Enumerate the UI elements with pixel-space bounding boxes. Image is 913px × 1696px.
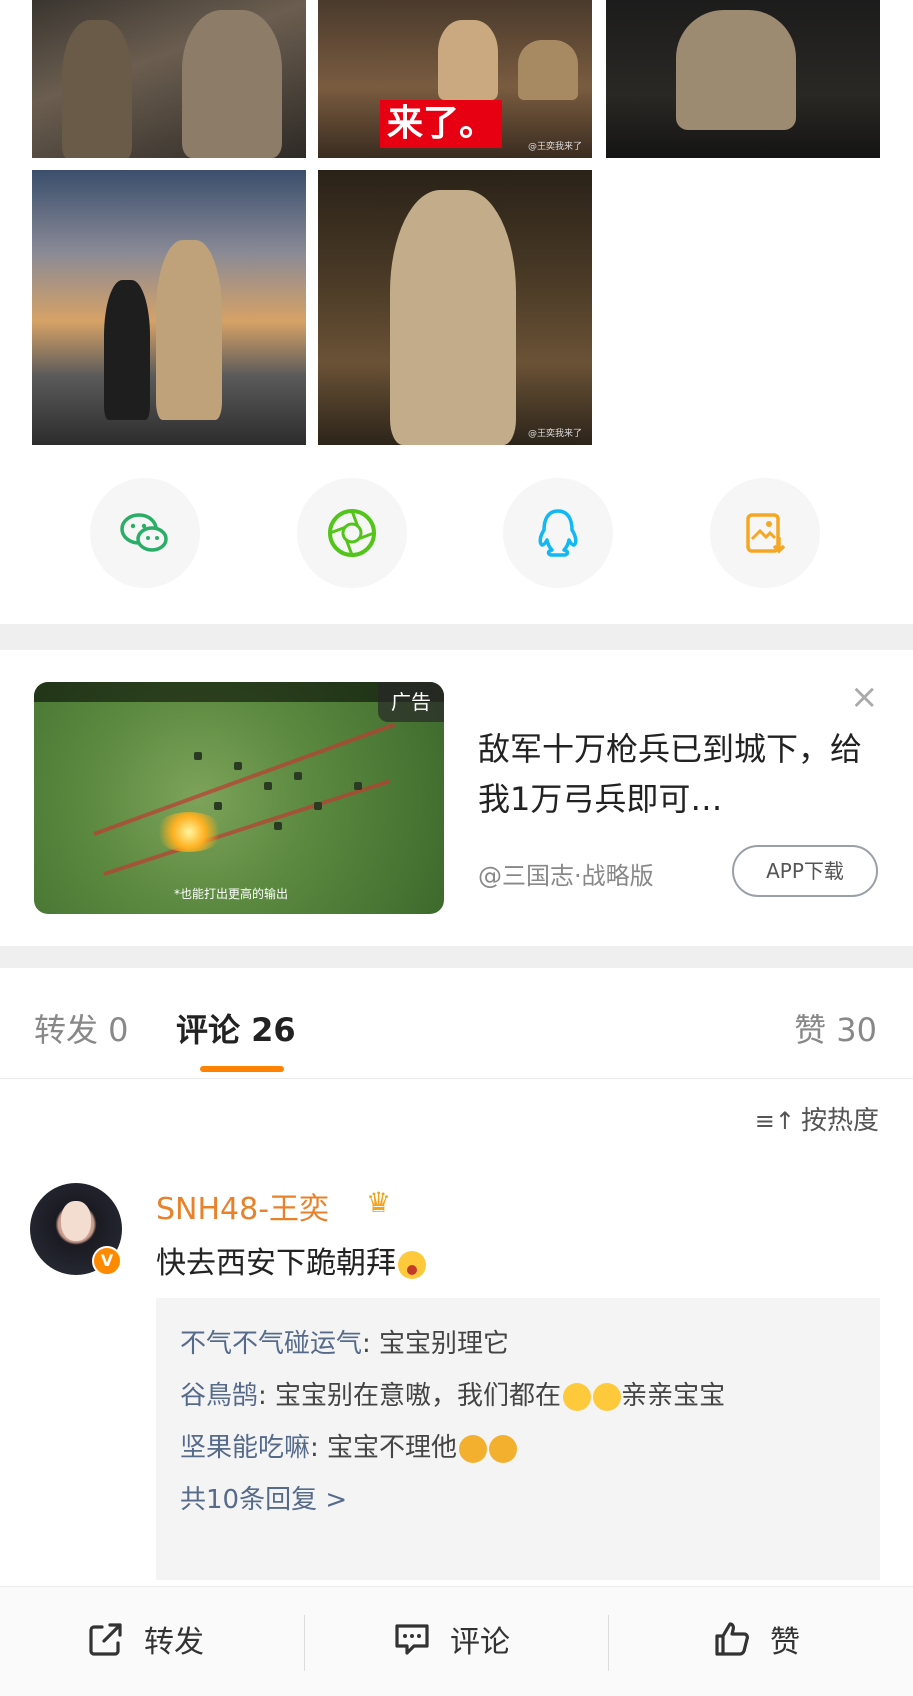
road-line: [93, 722, 396, 836]
troop-unit: [274, 822, 282, 830]
app-download-button[interactable]: APP下载: [732, 845, 878, 897]
qq-icon: [538, 509, 578, 557]
smile-emoji-icon: [563, 1382, 592, 1411]
active-tab-indicator: [200, 1066, 284, 1072]
save-image-button[interactable]: [710, 478, 820, 588]
statue-figure: [676, 10, 796, 130]
section-divider: [0, 946, 913, 968]
statue-figure: [390, 190, 516, 445]
avatar-face: [61, 1201, 91, 1241]
ad-image-caption: *也能打出更高的输出: [174, 887, 289, 901]
reply-author[interactable]: 谷鳥鹄: [180, 1381, 258, 1411]
repost-label: 转发: [144, 1625, 204, 1660]
hug-emoji-icon: [489, 1434, 518, 1463]
reply-item: 坚果能吃嘛: 宝宝不理他: [180, 1422, 856, 1474]
repost-button[interactable]: 转发: [86, 1617, 204, 1661]
like-button[interactable]: 赞: [712, 1617, 800, 1661]
section-divider: [0, 624, 913, 650]
like-label: 赞: [770, 1625, 800, 1660]
share-icon: [89, 1623, 122, 1656]
sort-by-hot-button[interactable]: ≡↑ 按热度: [755, 1100, 879, 1137]
reply-item: 谷鳥鹄: 宝宝别在意嗷，我们都在 亲亲宝宝: [180, 1381, 726, 1411]
download-image-icon: [746, 513, 786, 554]
reply-preview-box[interactable]: 不气不气碰运气: 宝宝别理它 谷鳥鹄: 宝宝别在意嗷，我们都在 亲亲宝宝 坚果能吃…: [156, 1298, 880, 1580]
verified-badge: V: [92, 1246, 122, 1276]
statue-figure: [182, 10, 282, 158]
toolbar-separator: [608, 1615, 609, 1671]
statue-figure: [62, 20, 132, 158]
comment-body: 快去西安下跪朝拜: [156, 1246, 396, 1281]
post-image-5[interactable]: @王奕我来了: [318, 170, 592, 445]
troop-unit: [314, 802, 322, 810]
tab-repost[interactable]: 转发 0: [34, 1005, 129, 1051]
comment-author[interactable]: SNH48-王奕: [156, 1184, 329, 1228]
hug-emoji-icon: [459, 1434, 488, 1463]
comment-label: 评论: [450, 1625, 510, 1660]
ad-title[interactable]: 敌军十万枪兵已到城下，给我1万弓兵即可…: [478, 724, 878, 824]
wechat-icon: [120, 513, 168, 552]
troop-unit: [294, 772, 302, 780]
watermark: @王奕我来了: [527, 142, 582, 152]
reply-text: 宝宝别理它: [379, 1329, 510, 1359]
battle-flash: [154, 812, 224, 852]
bottom-toolbar: 转发 评论 赞: [0, 1586, 913, 1696]
sort-label: 按热度: [800, 1106, 879, 1136]
toolbar-separator: [304, 1615, 305, 1671]
moments-icon: [328, 509, 376, 557]
statue-figure: [438, 20, 498, 100]
watermark: @王奕我来了: [527, 429, 582, 439]
reply-text: 宝宝不理他: [327, 1433, 458, 1463]
troop-unit: [354, 782, 362, 790]
tab-like[interactable]: 赞 30: [794, 1005, 877, 1051]
smile-emoji-icon: [593, 1382, 622, 1411]
comment-text: 快去西安下跪朝拜: [156, 1238, 426, 1282]
troop-unit: [214, 802, 222, 810]
reply-text-tail: 亲亲宝宝: [621, 1381, 726, 1411]
post-image-4[interactable]: [32, 170, 306, 445]
person-figure: [104, 280, 150, 420]
post-image-1[interactable]: [32, 0, 306, 158]
post-image-3[interactable]: [606, 0, 880, 158]
crown-icon: ♛: [366, 1186, 392, 1219]
reply-item: 不气不气碰运气: 宝宝别理它: [180, 1329, 510, 1359]
tab-comment[interactable]: 评论 26: [176, 1005, 296, 1051]
troop-unit: [194, 752, 202, 760]
troop-unit: [264, 782, 272, 790]
statue-figure: [156, 240, 222, 420]
ad-source[interactable]: @三国志·战略版: [478, 856, 654, 891]
ad-image[interactable]: *也能打出更高的输出 广告: [34, 682, 444, 914]
road-line: [103, 779, 390, 876]
share-moments-button[interactable]: [297, 478, 407, 588]
overlay-caption: 来了。: [380, 100, 502, 148]
more-replies-link[interactable]: 共10条回复 >: [180, 1474, 856, 1526]
ad-badge: 广告: [378, 682, 444, 722]
sort-icon: ≡↑: [754, 1107, 795, 1135]
reply-author[interactable]: 坚果能吃嘛: [180, 1433, 310, 1463]
ad-close-icon[interactable]: ×: [850, 680, 879, 714]
post-image-2[interactable]: 来了。 @王奕我来了: [318, 0, 592, 158]
share-qq-button[interactable]: [503, 478, 613, 588]
shocked-emoji-icon: [398, 1250, 426, 1279]
horse-figure: [518, 40, 578, 100]
tabs-divider: [0, 1078, 913, 1079]
reply-text: 宝宝别在意嗷，我们都在: [275, 1381, 562, 1411]
comment-button[interactable]: 评论: [392, 1617, 510, 1661]
thumbs-up-icon: [715, 1622, 749, 1656]
share-wechat-button[interactable]: [90, 478, 200, 588]
reply-author[interactable]: 不气不气碰运气: [180, 1329, 362, 1359]
troop-unit: [234, 762, 242, 770]
comment-icon: [395, 1624, 429, 1655]
